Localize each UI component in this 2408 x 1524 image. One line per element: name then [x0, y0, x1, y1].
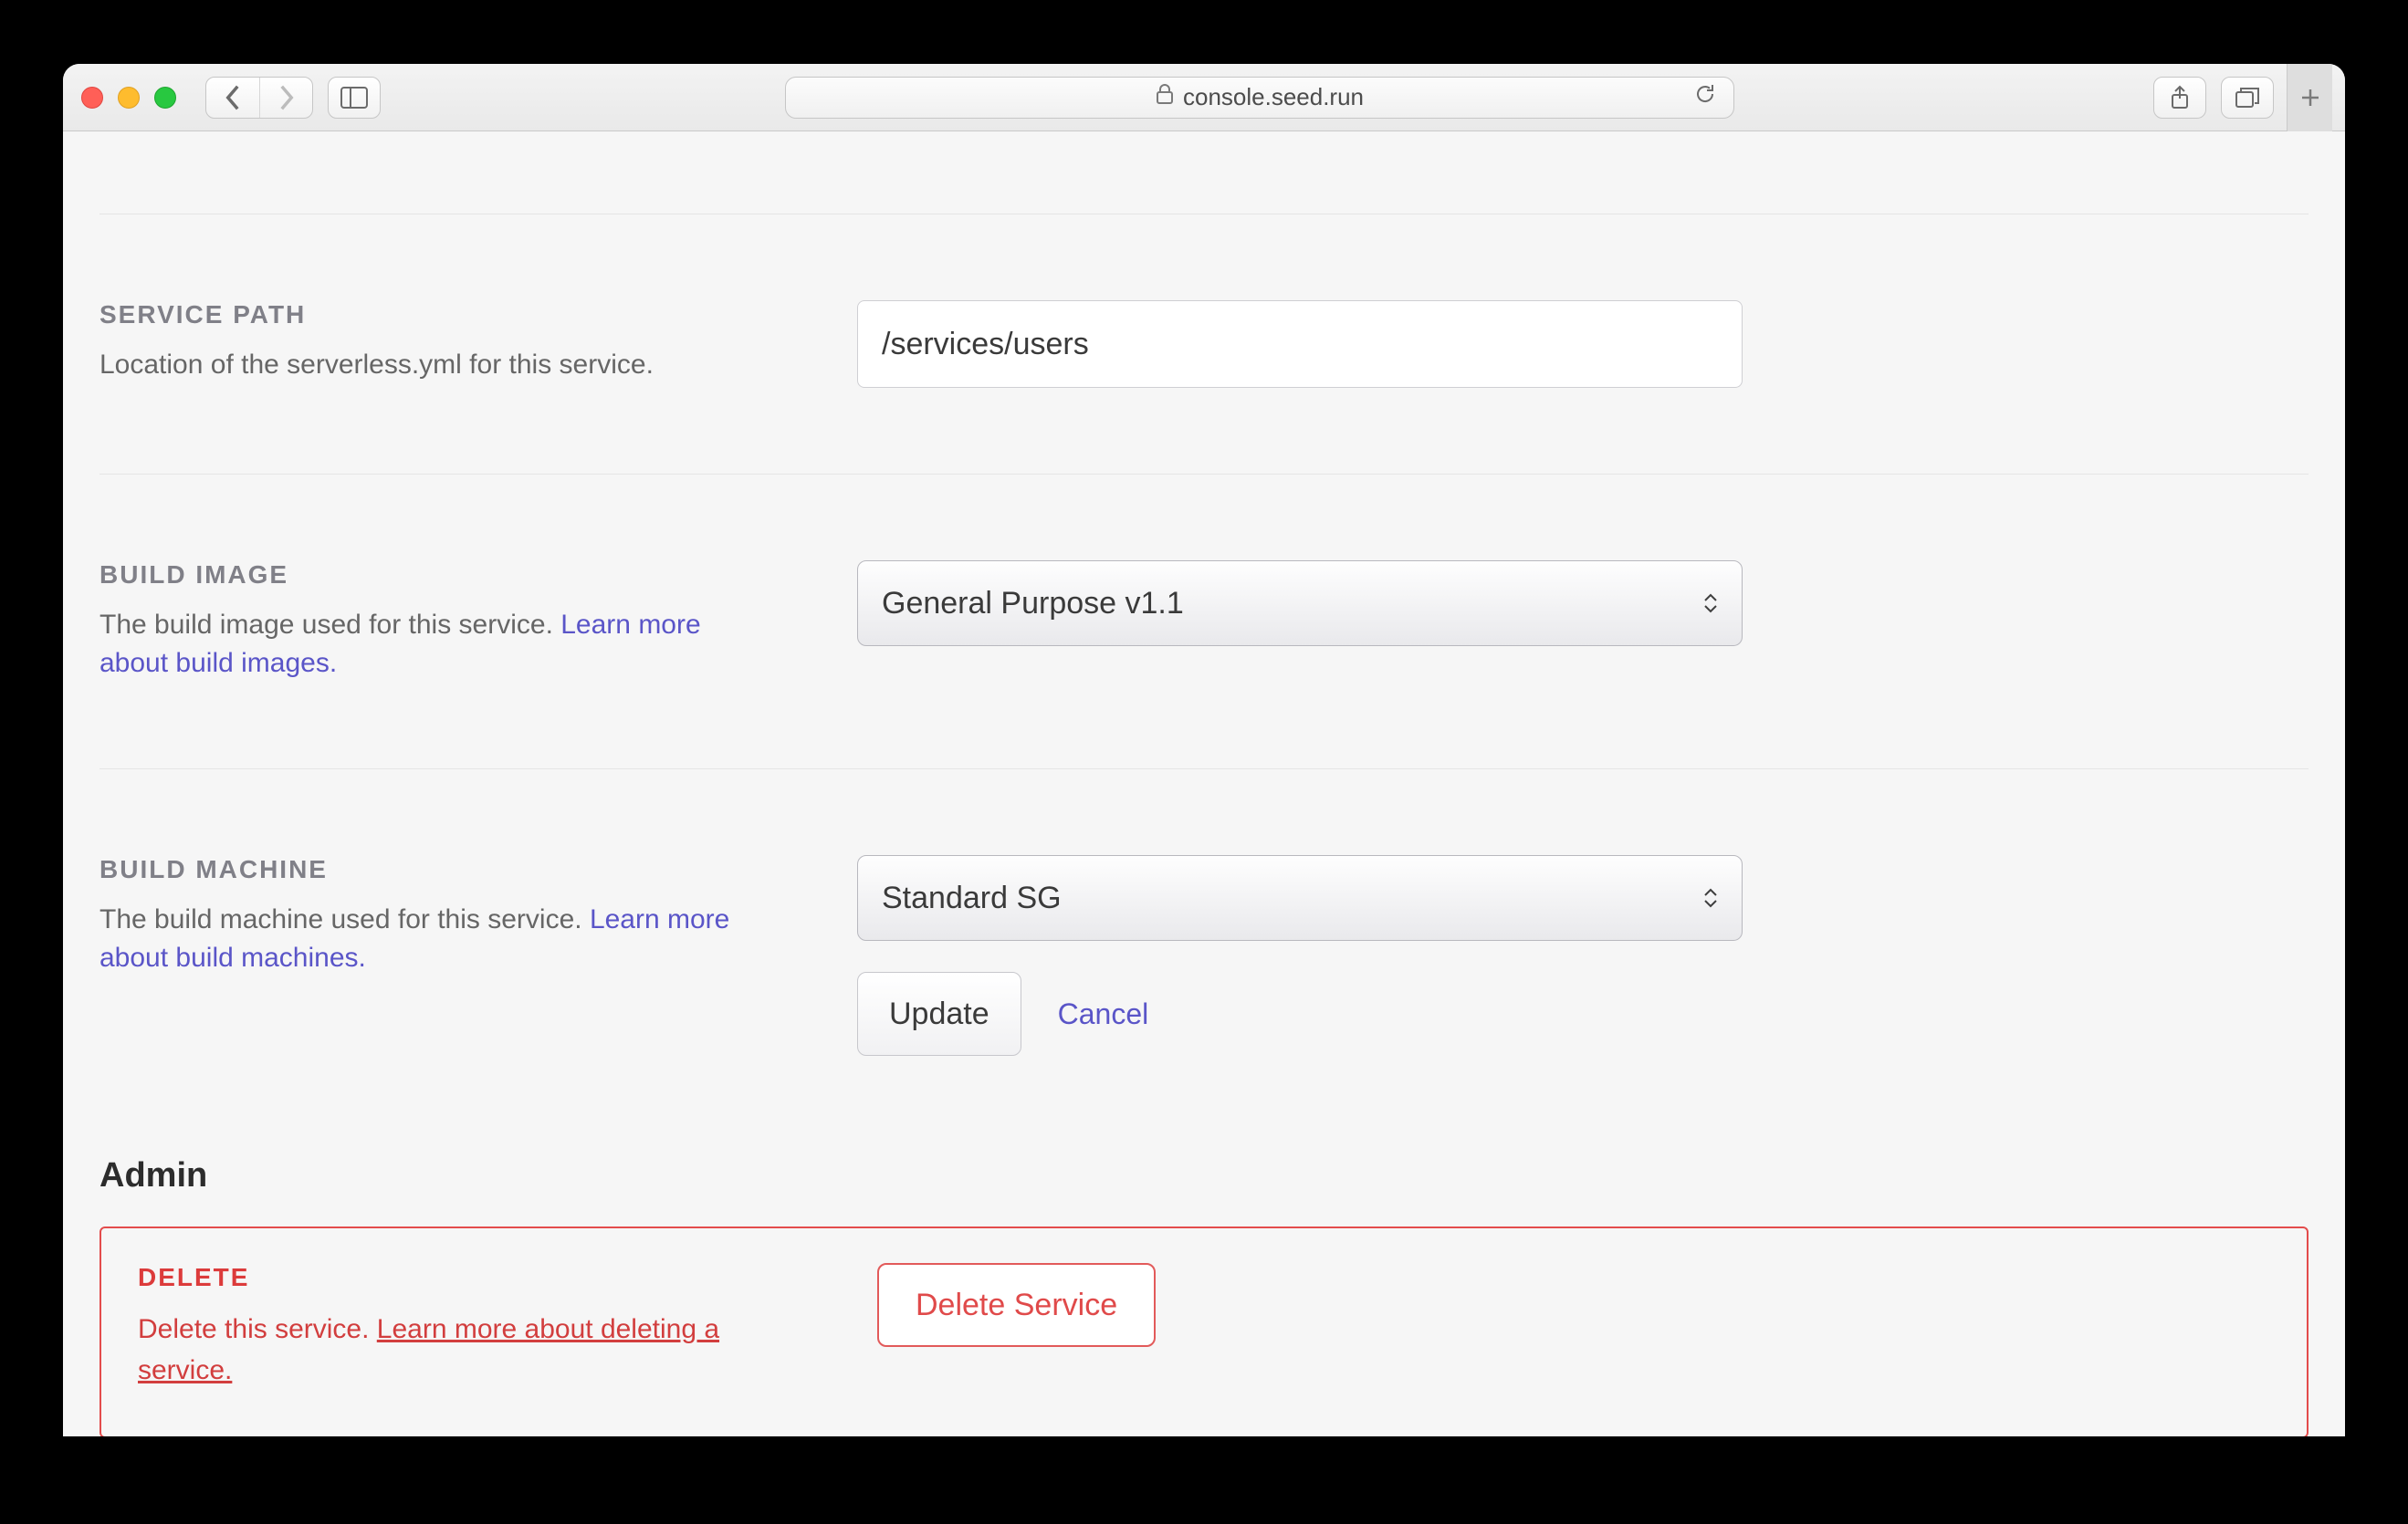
minimize-window-button[interactable]: [118, 87, 140, 109]
build-machine-heading: BUILD MACHINE: [99, 855, 757, 884]
section-build-machine: BUILD MACHINE The build machine used for…: [99, 769, 2309, 1111]
build-image-heading: BUILD IMAGE: [99, 560, 757, 590]
updown-icon: [1703, 593, 1718, 613]
reload-icon[interactable]: [1693, 82, 1717, 112]
titlebar: console.seed.run: [63, 64, 2345, 131]
delete-service-button[interactable]: Delete Service: [877, 1263, 1156, 1347]
delete-desc-text: Delete this service.: [138, 1314, 377, 1344]
service-path-input[interactable]: [857, 300, 1743, 388]
page-content: SERVICE PATH Location of the serverless.…: [63, 131, 2345, 1436]
build-image-select[interactable]: General Purpose v1.1: [857, 560, 1743, 646]
lock-icon: [1156, 83, 1174, 111]
sidebar-toggle-button[interactable]: [328, 77, 381, 119]
tabs-overview-button[interactable]: [2221, 77, 2274, 119]
nav-back-forward: [205, 77, 313, 119]
forward-button[interactable]: [259, 78, 312, 118]
build-machine-select[interactable]: Standard SG: [857, 855, 1743, 941]
toolbar-right: [2139, 77, 2274, 119]
build-image-desc-text: The build image used for this service.: [99, 610, 560, 640]
danger-zone: DELETE Delete this service. Learn more a…: [99, 1227, 2309, 1436]
updown-icon: [1703, 888, 1718, 908]
section-service-path: SERVICE PATH Location of the serverless.…: [99, 214, 2309, 475]
build-machine-desc: The build machine used for this service.…: [99, 901, 757, 977]
browser-window: console.seed.run SERVICE PATH Location o…: [63, 64, 2345, 1436]
section-build-image: BUILD IMAGE The build image used for thi…: [99, 475, 2309, 769]
address-text: console.seed.run: [1183, 83, 1364, 111]
back-button[interactable]: [206, 78, 259, 118]
maximize-window-button[interactable]: [154, 87, 176, 109]
close-window-button[interactable]: [81, 87, 103, 109]
update-button[interactable]: Update: [857, 972, 1021, 1056]
new-tab-button[interactable]: [2287, 64, 2332, 131]
window-controls: [81, 87, 176, 109]
delete-desc: Delete this service. Learn more about de…: [138, 1309, 740, 1391]
service-path-heading: SERVICE PATH: [99, 300, 757, 329]
build-machine-desc-text: The build machine used for this service.: [99, 904, 590, 934]
service-path-desc: Location of the serverless.yml for this …: [99, 346, 757, 384]
cancel-link[interactable]: Cancel: [1058, 997, 1149, 1031]
admin-heading: Admin: [99, 1156, 2309, 1195]
build-image-desc: The build image used for this service. L…: [99, 606, 757, 683]
address-bar[interactable]: console.seed.run: [785, 77, 1734, 119]
build-machine-selected: Standard SG: [882, 881, 1062, 916]
build-image-selected: General Purpose v1.1: [882, 586, 1184, 621]
delete-heading: DELETE: [138, 1263, 877, 1292]
share-button[interactable]: [2153, 77, 2206, 119]
